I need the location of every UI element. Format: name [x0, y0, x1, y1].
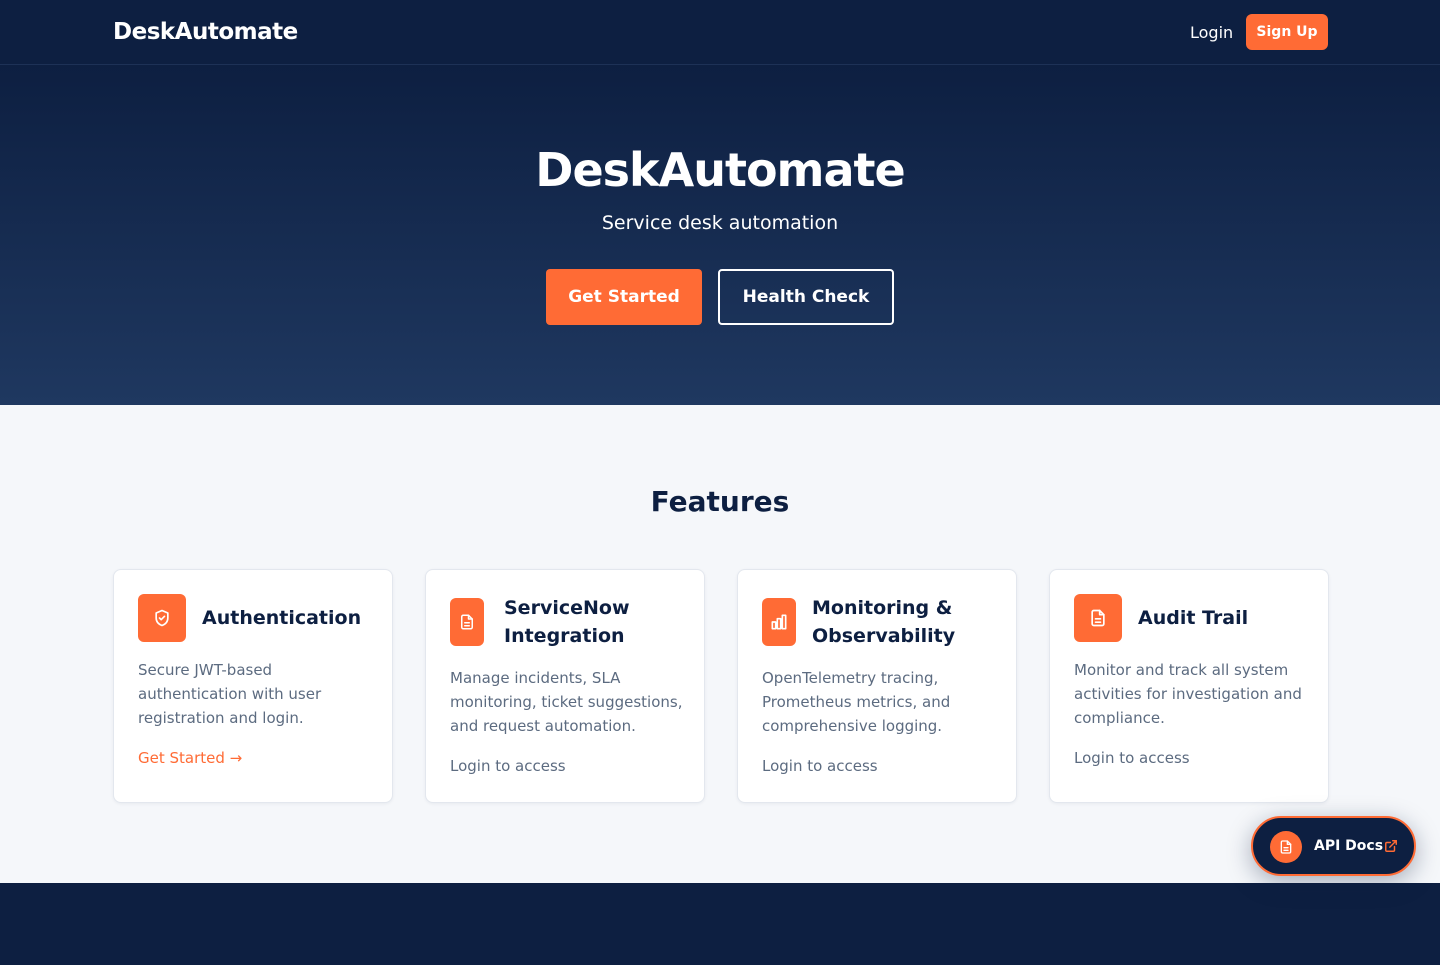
card-login-link[interactable]: Login to access [450, 756, 566, 776]
shield-check-icon [138, 594, 186, 642]
card-title: Monitoring & Observability [812, 597, 956, 647]
feature-card-audit-trail: Audit Trail Monitor and track all system… [1049, 569, 1329, 803]
document-icon [1074, 594, 1122, 642]
card-description: Manage incidents, SLA monitoring, ticket… [450, 669, 683, 735]
card-title: Audit Trail [1138, 607, 1249, 629]
bar-chart-icon [762, 598, 796, 646]
api-docs-label: API Docs [1314, 838, 1384, 854]
hero-section: DeskAutomate Service desk automation Get… [0, 65, 1440, 405]
card-login-link[interactable]: Login to access [1074, 748, 1190, 768]
card-title: ServiceNow Integration [504, 597, 630, 647]
hero-subtitle: Service desk automation [601, 212, 839, 234]
hero-title: DeskAutomate [535, 143, 905, 197]
card-description: Secure JWT-based authentication with use… [138, 661, 322, 727]
api-docs-button[interactable]: API Docs [1251, 816, 1416, 876]
features-section: Features Authentication Secure JWT-based… [0, 405, 1440, 883]
card-title: Authentication [202, 607, 362, 629]
footer [0, 883, 1440, 965]
brand-logo[interactable]: DeskAutomate [113, 19, 298, 45]
login-link[interactable]: Login [1190, 23, 1233, 42]
health-check-button[interactable]: Health Check [718, 269, 894, 325]
top-navbar: DeskAutomate Login Sign Up [0, 0, 1440, 65]
card-get-started-link[interactable]: Get Started → [138, 748, 242, 768]
signup-button[interactable]: Sign Up [1246, 14, 1328, 50]
features-heading: Features [650, 485, 790, 518]
external-link-icon [1384, 838, 1400, 854]
card-login-link[interactable]: Login to access [762, 756, 878, 776]
feature-card-monitoring: Monitoring & Observability OpenTelemetry… [737, 569, 1017, 803]
card-description: OpenTelemetry tracing, Prometheus metric… [762, 669, 951, 735]
card-description: Monitor and track all system activities … [1074, 661, 1302, 727]
document-icon [450, 598, 484, 646]
get-started-button[interactable]: Get Started [546, 269, 702, 325]
feature-card-servicenow: ServiceNow Integration Manage incidents,… [425, 569, 705, 803]
feature-card-authentication: Authentication Secure JWT-based authenti… [113, 569, 393, 803]
document-icon [1270, 831, 1302, 863]
